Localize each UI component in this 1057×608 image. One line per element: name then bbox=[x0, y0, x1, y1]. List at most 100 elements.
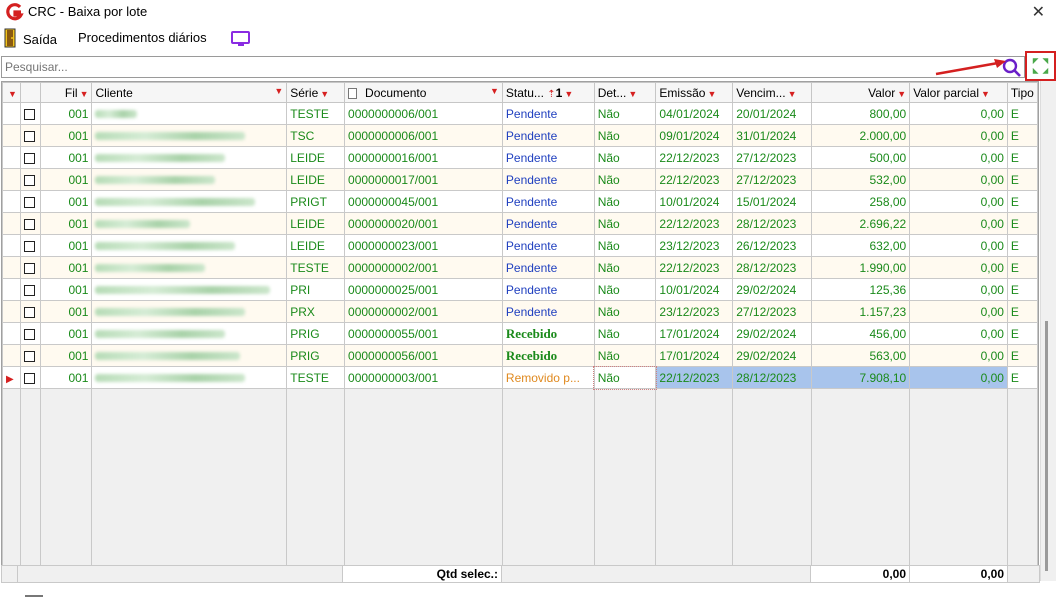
table-row[interactable]: 001 PRI 0000000025/001 Pendente Não 10/01/202… bbox=[2, 278, 1038, 301]
empty-cell bbox=[286, 388, 346, 411]
select-checkbox[interactable] bbox=[19, 256, 41, 279]
cell-serie: TESTE bbox=[286, 102, 346, 125]
monitor-icon[interactable] bbox=[230, 30, 252, 48]
select-checkbox[interactable] bbox=[19, 124, 41, 147]
empty-cell bbox=[19, 388, 41, 411]
row-checkbox[interactable] bbox=[23, 372, 35, 384]
empty-cell bbox=[91, 542, 288, 565]
table-row[interactable]: 001 LEIDE 0000000016/001 Pendente Não 22/12/2… bbox=[2, 146, 1038, 169]
document-icon bbox=[348, 87, 358, 99]
table-row[interactable]: 001 LEIDE 0000000017/001 Pendente Não 22/12/2… bbox=[2, 168, 1038, 191]
col-header-valor[interactable]: Valor ▼ bbox=[811, 82, 911, 103]
empty-cell bbox=[91, 498, 288, 521]
select-checkbox[interactable] bbox=[19, 190, 41, 213]
row-checkbox[interactable] bbox=[23, 108, 35, 120]
blurred-client-name bbox=[95, 242, 236, 251]
col-header-documento[interactable]: Documento ▼ bbox=[344, 82, 503, 103]
indicator-header[interactable]: ▼ bbox=[2, 82, 21, 103]
cell-serie: PRI bbox=[286, 278, 346, 301]
filter-icon[interactable]: ▼ bbox=[490, 86, 499, 96]
vertical-scrollbar[interactable] bbox=[1040, 81, 1056, 581]
table-row[interactable]: 001 TESTE 0000000006/001 Pendente Não 04/01/2… bbox=[2, 102, 1038, 125]
table-row[interactable]: 001 PRIG 0000000056/001 Recebido Não 17/01/20… bbox=[2, 344, 1038, 367]
empty-cell bbox=[286, 542, 346, 565]
cell-documento: 0000000016/001 bbox=[344, 146, 503, 169]
row-checkbox[interactable] bbox=[23, 130, 35, 142]
records-table: ▼ Fil ▼ Cliente ▼ Série ▼ Documento ▼ Statu.… bbox=[2, 82, 1038, 565]
empty-cell bbox=[2, 476, 21, 499]
table-row[interactable]: 001 PRX 0000000002/001 Pendente Não 23/12/202… bbox=[2, 300, 1038, 323]
col-header-det[interactable]: Det... ▼ bbox=[593, 82, 657, 103]
col-header-tipo[interactable]: Tipo bbox=[1006, 82, 1038, 103]
row-checkbox[interactable] bbox=[23, 240, 35, 252]
cell-cliente bbox=[91, 146, 288, 169]
row-checkbox[interactable] bbox=[23, 350, 35, 362]
close-icon[interactable]: ✕ bbox=[1032, 2, 1045, 22]
select-checkbox[interactable] bbox=[19, 344, 41, 367]
menu-exit[interactable]: Saída bbox=[23, 32, 57, 47]
cell-vencimento: 27/12/2023 bbox=[732, 300, 813, 323]
exit-door-icon[interactable] bbox=[4, 28, 18, 48]
row-checkbox[interactable] bbox=[23, 328, 35, 340]
select-checkbox[interactable] bbox=[19, 212, 41, 235]
table-row[interactable]: 001 LEIDE 0000000020/001 Pendente Não 22/12/2… bbox=[2, 212, 1038, 235]
col-header-emissao[interactable]: Emissão ▼ bbox=[655, 82, 734, 103]
window-title: CRC - Baixa por lote bbox=[28, 4, 148, 19]
table-row[interactable]: 001 PRIG 0000000055/001 Recebido Não 17/01/20… bbox=[2, 322, 1038, 345]
row-checkbox[interactable] bbox=[23, 306, 35, 318]
row-checkbox[interactable] bbox=[23, 284, 35, 296]
table-row[interactable]: 001 TESTE 0000000002/001 Pendente Não 22/12/2… bbox=[2, 256, 1038, 279]
col-header-cliente[interactable]: Cliente ▼ bbox=[91, 82, 288, 103]
col-header-status[interactable]: Statu... ⇡1 ▼ bbox=[501, 82, 595, 103]
row-checkbox[interactable] bbox=[23, 152, 35, 164]
col-header-valor-parcial[interactable]: Valor parcial ▼ bbox=[909, 82, 1008, 103]
empty-cell bbox=[593, 542, 657, 565]
table-row[interactable]: 001 TSC 0000000006/001 Pendente Não 09/01/202… bbox=[2, 124, 1038, 147]
cell-tipo: E bbox=[1006, 146, 1038, 169]
filter-icon[interactable]: ▼ bbox=[320, 89, 329, 99]
search-input[interactable] bbox=[2, 57, 992, 77]
cell-valor-parcial: 0,00 bbox=[909, 256, 1008, 279]
scroll-thumb[interactable] bbox=[1045, 321, 1048, 571]
cell-det: Não bbox=[593, 102, 657, 125]
table-row[interactable]: 001 PRIGT 0000000045/001 Pendente Não 10/01/2… bbox=[2, 190, 1038, 213]
filter-icon[interactable]: ▼ bbox=[707, 89, 716, 99]
col-header-serie[interactable]: Série ▼ bbox=[286, 82, 346, 103]
menu-daily-procedures[interactable]: Procedimentos diários bbox=[78, 30, 207, 45]
filter-icon[interactable]: ▼ bbox=[788, 89, 797, 99]
col-header-fil[interactable]: Fil ▼ bbox=[39, 82, 93, 103]
select-checkbox[interactable] bbox=[19, 366, 41, 389]
empty-cell bbox=[39, 410, 93, 433]
filter-icon[interactable]: ▼ bbox=[274, 86, 283, 96]
empty-cell bbox=[501, 410, 595, 433]
filter-icon[interactable]: ▼ bbox=[981, 89, 990, 99]
empty-cell bbox=[655, 520, 734, 543]
select-checkbox[interactable] bbox=[19, 102, 41, 125]
table-row[interactable]: ▶ 001 TESTE 0000000003/001 Removido p... Não 2… bbox=[2, 365, 1038, 390]
cell-status: Pendente bbox=[501, 300, 595, 323]
filter-icon[interactable]: ▼ bbox=[897, 89, 906, 99]
cell-emissao: 22/12/2023 bbox=[655, 212, 734, 235]
row-checkbox[interactable] bbox=[23, 196, 35, 208]
cell-serie: LEIDE bbox=[286, 234, 346, 257]
select-checkbox[interactable] bbox=[19, 234, 41, 257]
select-checkbox[interactable] bbox=[19, 322, 41, 345]
check-header[interactable] bbox=[19, 82, 41, 103]
indicator-cell bbox=[2, 322, 21, 345]
table-row[interactable]: 001 LEIDE 0000000023/001 Pendente Não 23/12/2… bbox=[2, 234, 1038, 257]
row-checkbox[interactable] bbox=[23, 262, 35, 274]
select-checkbox[interactable] bbox=[19, 146, 41, 169]
row-checkbox[interactable] bbox=[23, 174, 35, 186]
footer-cell bbox=[501, 565, 811, 583]
filter-icon[interactable]: ▼ bbox=[564, 89, 573, 99]
row-checkbox[interactable] bbox=[23, 218, 35, 230]
filter-icon[interactable]: ▼ bbox=[628, 89, 637, 99]
select-checkbox[interactable] bbox=[19, 300, 41, 323]
filter-icon[interactable]: ▼ bbox=[80, 89, 89, 99]
col-header-vencimento[interactable]: Vencim... ▼ bbox=[732, 82, 813, 103]
expand-button[interactable] bbox=[1025, 51, 1056, 81]
select-checkbox[interactable] bbox=[19, 168, 41, 191]
empty-cell bbox=[344, 520, 503, 543]
select-checkbox[interactable] bbox=[19, 278, 41, 301]
cell-emissao: 22/12/2023 bbox=[655, 146, 734, 169]
